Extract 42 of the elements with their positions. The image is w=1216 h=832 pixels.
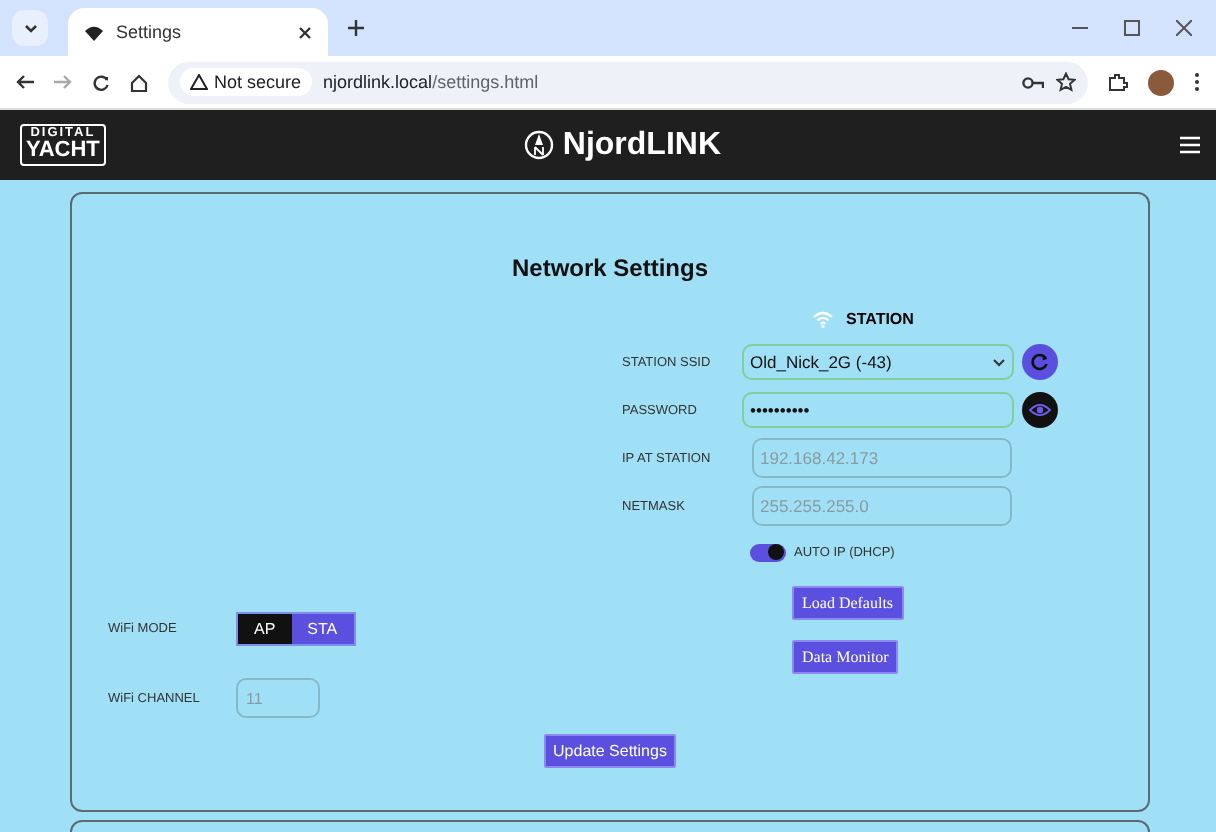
update-button[interactable]: Update Settings bbox=[543, 734, 677, 768]
station-heading: STATION bbox=[846, 310, 914, 328]
refresh-icon bbox=[1030, 352, 1050, 372]
channel-field[interactable]: 11 bbox=[236, 678, 320, 718]
auto-ip-toggle[interactable] bbox=[750, 543, 786, 561]
password-field[interactable]: •••••••••• bbox=[742, 392, 1014, 428]
compass-icon bbox=[524, 130, 555, 160]
mode-option[interactable]: AP bbox=[238, 614, 292, 644]
eye-icon bbox=[1028, 402, 1052, 418]
input-field[interactable]: 255.255.255.0 bbox=[752, 486, 1012, 526]
back-icon[interactable] bbox=[16, 74, 34, 90]
refresh-button[interactable] bbox=[1022, 344, 1058, 380]
input-field[interactable]: 192.168.42.173 bbox=[752, 438, 1012, 478]
mode-option[interactable]: STA bbox=[291, 614, 354, 644]
maximize-icon[interactable] bbox=[1124, 20, 1140, 36]
show-password-button[interactable] bbox=[1022, 392, 1058, 428]
close-icon[interactable] bbox=[1176, 20, 1192, 36]
menu-icon[interactable] bbox=[1194, 72, 1200, 92]
home-icon[interactable] bbox=[130, 73, 148, 91]
new-tab-icon[interactable] bbox=[348, 20, 364, 36]
action-button[interactable]: Load Defaults bbox=[792, 586, 904, 620]
key-icon[interactable] bbox=[1022, 75, 1044, 89]
app-title: NjordLINK bbox=[562, 127, 721, 163]
menu-icon[interactable] bbox=[1180, 136, 1200, 154]
chevron-icon bbox=[992, 357, 1006, 367]
close-icon[interactable] bbox=[298, 25, 312, 39]
browser-tab[interactable]: Settings bbox=[68, 8, 328, 56]
security-chip[interactable]: Not secure bbox=[180, 68, 312, 96]
star-icon[interactable] bbox=[1056, 72, 1076, 92]
reload-icon[interactable] bbox=[92, 73, 110, 91]
profile-avatar[interactable] bbox=[1148, 69, 1174, 95]
ssid-dropdown[interactable]: Old_Nick_2G (-43) bbox=[742, 344, 1014, 380]
action-button[interactable]: Data Monitor bbox=[792, 640, 899, 674]
wifi-icon bbox=[84, 23, 104, 41]
url-text: njordlink.local/settings.html bbox=[323, 72, 539, 92]
warning-icon bbox=[190, 74, 208, 90]
section-title: Network Settings bbox=[511, 254, 708, 282]
puzzle-icon[interactable] bbox=[1108, 72, 1128, 92]
wifi-icon bbox=[812, 310, 834, 328]
chevron-icon bbox=[23, 23, 37, 33]
address-bar[interactable]: Not secure njordlink.local/settings.html bbox=[168, 61, 1088, 103]
tab-list-button[interactable] bbox=[12, 10, 48, 46]
